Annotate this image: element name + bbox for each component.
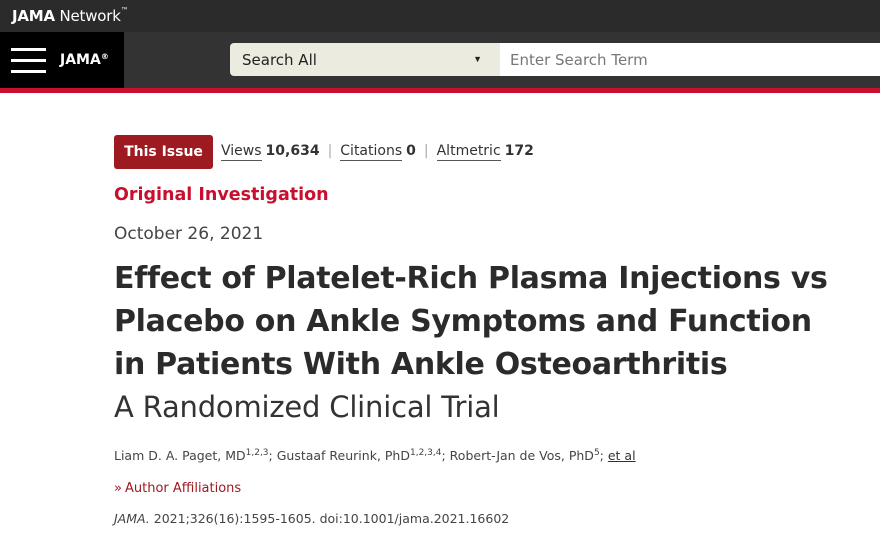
altmetric-score: 172 xyxy=(504,143,534,159)
metric-divider: | xyxy=(423,143,429,159)
author-affiliation-numbers: 1,2,3,4 xyxy=(409,448,442,458)
altmetric-metric[interactable]: Altmetric 172 xyxy=(436,143,534,161)
trademark-symbol: ™ xyxy=(120,6,129,15)
registered-symbol: ® xyxy=(100,52,109,61)
author-link[interactable]: Gustaaf Reurink, PhD xyxy=(277,448,410,463)
double-chevron-right-icon: » xyxy=(114,481,122,496)
et-al-link[interactable]: et al xyxy=(608,448,636,463)
author-affiliations-toggle[interactable]: » Author Affiliations xyxy=(114,481,241,496)
network-logo-text: Network xyxy=(54,7,121,25)
article-citation: JAMA. 2021;326(16):1595-1605. doi:10.100… xyxy=(114,511,509,526)
journal-logo-text: JAMA xyxy=(60,52,101,68)
publication-date: October 26, 2021 xyxy=(114,224,264,244)
citations-count: 0 xyxy=(406,143,416,159)
network-logo-bold: JAMA xyxy=(12,7,55,25)
jama-network-logo[interactable]: JAMA Network™ xyxy=(12,6,129,25)
metric-divider: | xyxy=(327,143,333,159)
views-count: 10,634 xyxy=(265,143,320,159)
hamburger-menu-icon[interactable] xyxy=(11,47,46,73)
altmetric-label[interactable]: Altmetric xyxy=(436,143,501,161)
citation-journal: JAMA. xyxy=(114,511,150,526)
author-separator: ; xyxy=(268,448,277,464)
network-bar: JAMA Network™ xyxy=(0,0,880,32)
author-affiliation-numbers: 1,2,3 xyxy=(245,448,269,458)
citations-metric[interactable]: Citations 0 xyxy=(340,143,416,161)
article-title: Effect of Platelet-Rich Plasma Injection… xyxy=(114,261,828,382)
article-subtitle: A Randomized Clinical Trial xyxy=(114,390,500,424)
search-scope-label: Search All xyxy=(242,51,317,69)
views-metric[interactable]: Views 10,634 xyxy=(221,143,320,161)
citation-details: 2021;326(16):1595-1605. doi:10.1001/jama… xyxy=(149,511,510,526)
chevron-down-icon: ▼ xyxy=(473,54,482,64)
jama-journal-logo[interactable]: JAMA® xyxy=(60,52,109,68)
author-separator: ; xyxy=(441,448,450,464)
menu-block: JAMA® xyxy=(0,32,124,88)
author-separator: ; xyxy=(599,448,608,464)
author-affiliations-label: Author Affiliations xyxy=(124,481,242,496)
main-header: JAMA® Search All ▼ xyxy=(0,32,880,88)
header-accent-line xyxy=(0,88,880,93)
author-link[interactable]: Liam D. A. Paget, MD xyxy=(114,448,246,463)
author-list: Liam D. A. Paget, MD1,2,3; Gustaaf Reuri… xyxy=(114,448,636,463)
author-link[interactable]: Robert-Jan de Vos, PhD xyxy=(450,448,594,463)
article-type: Original Investigation xyxy=(114,185,329,205)
citations-label[interactable]: Citations xyxy=(340,143,403,161)
this-issue-button[interactable]: This Issue xyxy=(114,135,213,169)
search-input[interactable] xyxy=(500,43,880,76)
search-scope-select[interactable]: Search All ▼ xyxy=(230,43,500,76)
article-metrics: Views 10,634 | Citations 0 | Altmetric 172 xyxy=(221,143,534,161)
views-label[interactable]: Views xyxy=(221,143,262,161)
